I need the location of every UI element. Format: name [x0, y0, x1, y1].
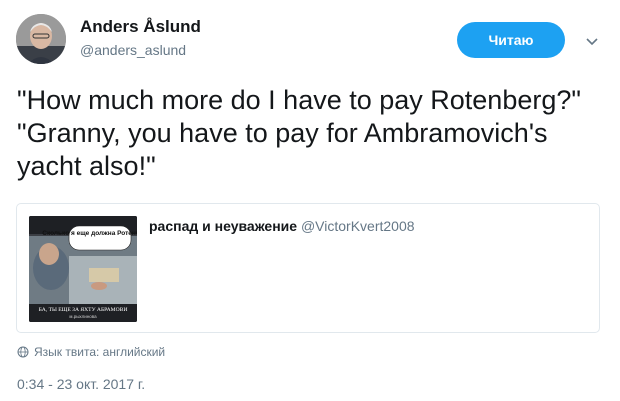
quoted-image-bubble-text: Сколько я еще должна Ротенбергу?: [42, 229, 137, 237]
globe-icon: [17, 346, 29, 358]
quoted-author-name: распад и неуважение: [149, 218, 298, 234]
quoted-tweet-image[interactable]: Сколько я еще должна Ротенбергу? БА, ТЫ …: [29, 216, 137, 322]
quoted-author-handle: @VictorKvert2008: [300, 218, 415, 234]
tweet-text: "How much more do I have to pay Rotenber…: [17, 85, 581, 181]
quoted-image-subcaption: м.рыхлинова: [69, 314, 97, 319]
quoted-tweet-card[interactable]: Сколько я еще должна Ротенбергу? БА, ТЫ …: [16, 203, 600, 333]
quoted-tweet-author: распад и неуважение @VictorKvert2008: [149, 218, 415, 234]
author-name[interactable]: Anders Åslund: [80, 17, 201, 37]
tweet-timestamp[interactable]: 0:34 - 23 окт. 2017 г.: [17, 376, 145, 392]
tweet-language: Язык твита: английский: [17, 345, 165, 359]
follow-button[interactable]: Читаю: [457, 22, 565, 58]
svg-text:Сколько я еще должна Ротенберг: Сколько я еще должна Ротенбергу?: [42, 229, 137, 237]
author-handle[interactable]: @anders_aslund: [80, 42, 186, 58]
author-avatar[interactable]: [16, 14, 66, 64]
tweet-language-text: Язык твита: английский: [34, 345, 166, 359]
quoted-image-caption: БА, ТЫ ЕЩЕ ЗА ЯХТУ АБРАМОВИ: [39, 307, 128, 313]
chevron-down-icon[interactable]: [584, 36, 600, 48]
